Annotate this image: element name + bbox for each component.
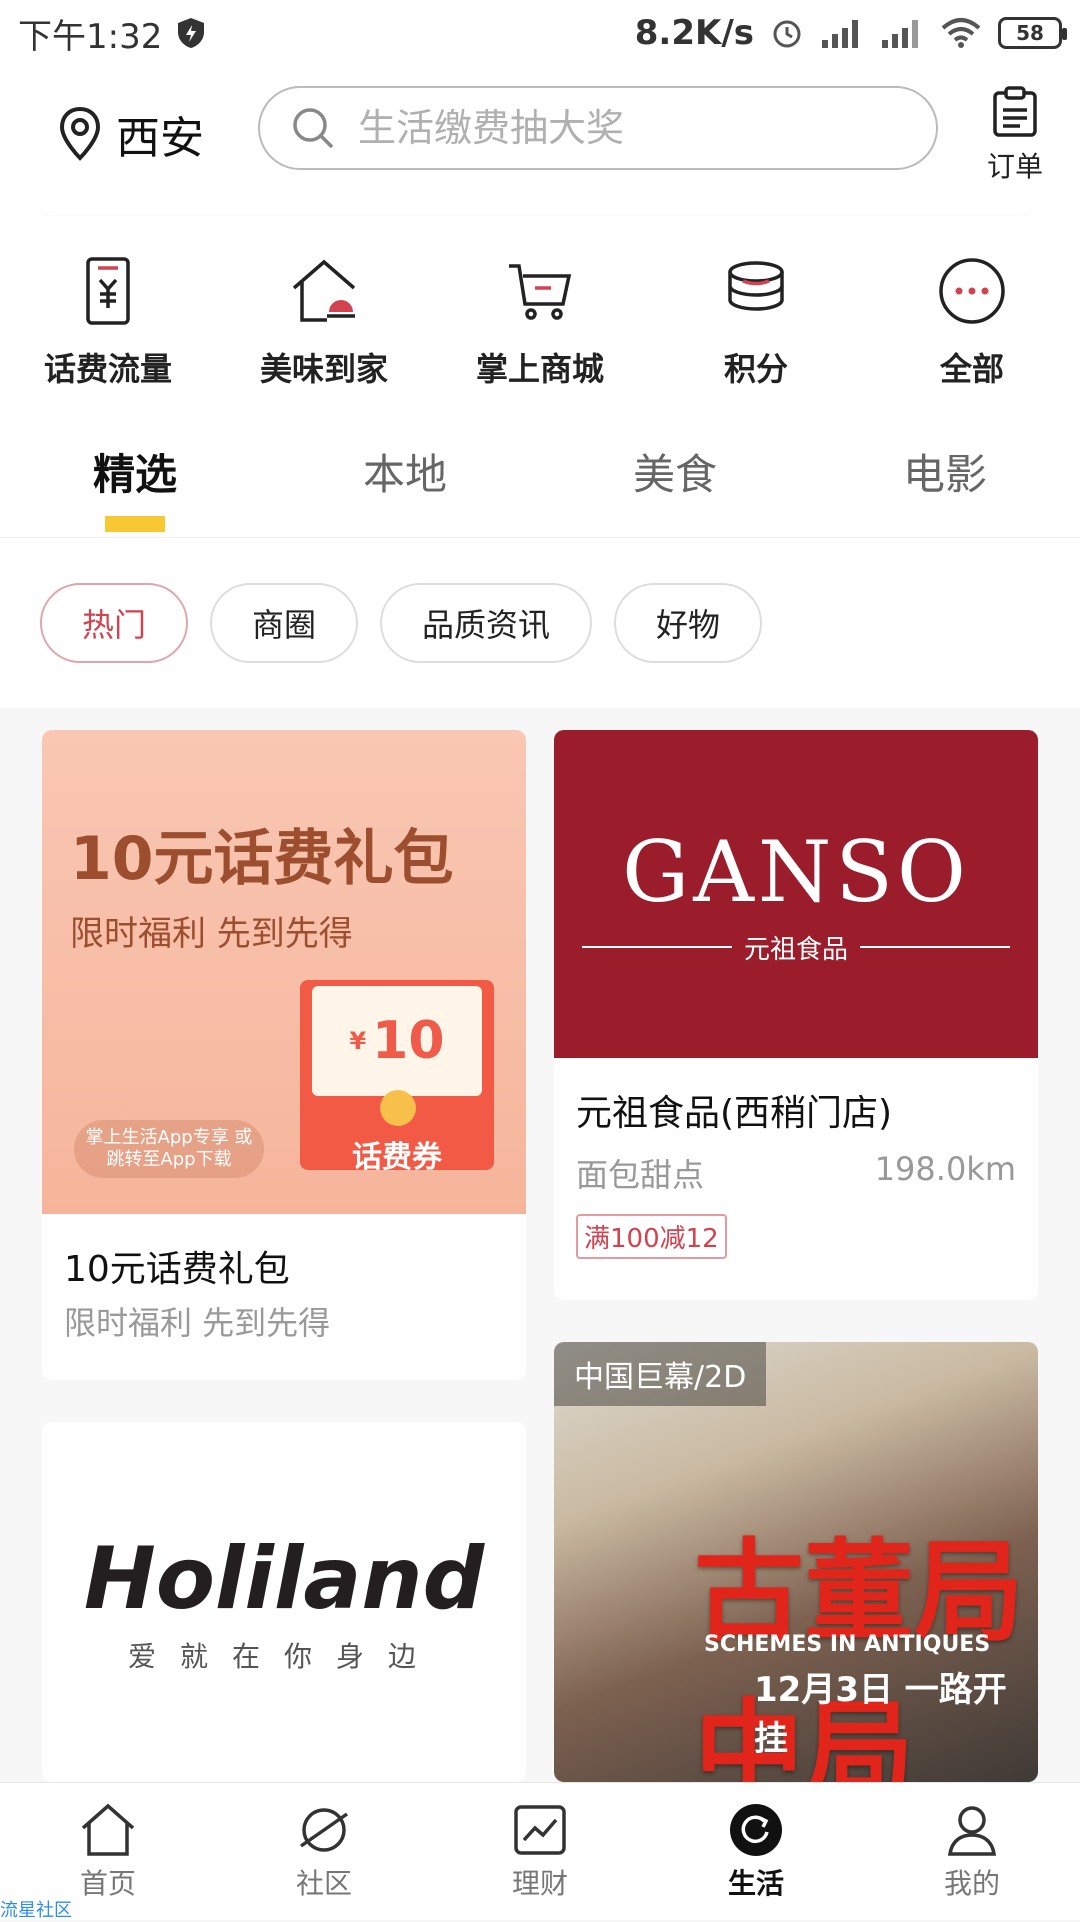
ganso-logo-cn: 元祖食品: [743, 934, 848, 965]
quick-label-points: 积分: [723, 350, 788, 388]
quick-item-points[interactable]: 积分: [666, 256, 846, 416]
signal-icon: [822, 20, 858, 48]
chip-hot[interactable]: 热门: [40, 583, 189, 663]
status-time: 下午1:32: [18, 16, 163, 57]
movie-format-chip: 中国巨幕/2D: [554, 1342, 767, 1406]
voucher-label: 话费券: [352, 1140, 442, 1175]
movie-poster: 中国巨幕/2D 古董局中局 SCHEMES IN ANTIQUES 12月3日 …: [554, 1342, 1038, 1782]
alarm-icon: [773, 20, 801, 48]
chart-icon: [514, 1804, 566, 1855]
user-icon: [947, 1805, 997, 1856]
promo-banner-subtitle: 限时福利 先到先得: [70, 914, 353, 954]
more-dots-icon: [939, 258, 1005, 324]
nav-home[interactable]: 首页: [18, 1802, 198, 1902]
quick-label-home-dining: 美味到家: [259, 350, 388, 388]
tab-featured[interactable]: 精选: [93, 441, 177, 532]
search-input[interactable]: [356, 105, 896, 151]
quick-item-home-dining[interactable]: 美味到家: [234, 256, 414, 416]
search-bar[interactable]: [258, 86, 938, 170]
nav-community-label: 社区: [295, 1866, 352, 1900]
search-icon: [293, 108, 334, 149]
shield-icon: [178, 18, 205, 48]
holiland-card[interactable]: Holiland 爱就在你身边: [42, 1422, 526, 1782]
clipboard-icon: [993, 86, 1037, 137]
discount-tag: 满100减12: [576, 1214, 727, 1259]
tab-food[interactable]: 美食: [633, 441, 717, 512]
nav-profile[interactable]: 我的: [882, 1802, 1062, 1902]
signal-icon-2: [882, 20, 918, 48]
filter-chips: 热门 商圈 品质资讯 好物: [0, 538, 1080, 708]
header-shadow: [42, 205, 1028, 215]
ganso-banner: GANSO 元祖食品: [554, 730, 1038, 1058]
ganso-title: 元祖食品(西稍门店): [576, 1093, 893, 1134]
ganso-logo-cn-row: 元祖食品: [581, 929, 1010, 966]
nav-community[interactable]: 社区: [234, 1802, 414, 1902]
quick-item-phone-bill[interactable]: 话费流量: [18, 256, 198, 416]
category-tabs: 精选 本地 美食 电影: [0, 416, 1080, 538]
location-pin-icon: [59, 106, 101, 161]
bottom-nav: 首页 社区 理财 生活 我的: [0, 1782, 1080, 1920]
nav-home-label: 首页: [79, 1866, 136, 1900]
nav-finance-label: 理财: [511, 1866, 568, 1900]
orders-button[interactable]: 订单: [980, 86, 1050, 185]
promo-banner: 10元话费礼包 限时福利 先到先得 掌上生活App专享 或跳转至App下载 ¥ …: [42, 730, 526, 1214]
promo-title: 10元话费礼包: [64, 1249, 290, 1290]
movie-title-en: SCHEMES IN ANTIQUES: [704, 1632, 991, 1657]
movie-release: 12月3日 一路开挂: [754, 1670, 1007, 1759]
chip-business-district[interactable]: 商圈: [210, 583, 359, 663]
quick-label-phone-bill: 话费流量: [43, 350, 172, 388]
quick-menu: 话费流量 美味到家 掌上商城 积分 全部: [0, 216, 1080, 416]
chip-quality-news[interactable]: 品质资讯: [380, 583, 593, 663]
tab-local[interactable]: 本地: [363, 441, 447, 512]
coins-icon: [728, 261, 784, 311]
ganso-distance: 198.0km: [874, 1150, 1016, 1188]
location-selector[interactable]: 西安: [58, 102, 204, 166]
network-speed: 8.2K/s: [634, 13, 754, 53]
holiland-slogan: 爱就在你身边: [127, 1640, 440, 1673]
wifi-icon: [941, 18, 981, 48]
ganso-category: 面包甜点: [576, 1156, 705, 1194]
nav-life-label: 生活: [727, 1866, 784, 1900]
tab-movies[interactable]: 电影: [903, 441, 987, 512]
promo-banner-title: 10元话费礼包: [70, 824, 454, 894]
overlay-label: 流星社区: [0, 1900, 72, 1921]
planet-icon: [300, 1807, 348, 1852]
promo-subtitle: 限时福利 先到先得: [64, 1304, 331, 1342]
voucher-paper: ¥ 10: [312, 986, 482, 1096]
quick-item-mall[interactable]: 掌上商城: [450, 256, 630, 416]
battery-icon: 58: [998, 17, 1067, 49]
movie-card[interactable]: 中国巨幕/2D 古董局中局 SCHEMES IN ANTIQUES 12月3日 …: [554, 1342, 1038, 1782]
holiland-banner: Holiland 爱就在你身边: [42, 1422, 526, 1782]
promo-card[interactable]: 10元话费礼包 限时福利 先到先得 掌上生活App专享 或跳转至App下载 ¥ …: [42, 730, 526, 1380]
home-icon: [81, 1803, 135, 1856]
quick-item-all[interactable]: 全部: [882, 256, 1062, 416]
nav-profile-label: 我的: [943, 1866, 1000, 1900]
home-dining-icon: [292, 259, 356, 322]
promo-badge: 掌上生活App专享 或跳转至App下载: [74, 1120, 264, 1178]
orders-label: 订单: [986, 150, 1043, 183]
battery-level: 58: [1016, 21, 1044, 45]
chevron-up-icon: [380, 1090, 416, 1126]
divider: [581, 946, 732, 948]
ganso-card[interactable]: GANSO 元祖食品 元祖食品(西稍门店) 面包甜点 198.0km 满100减…: [554, 730, 1038, 1300]
chip-good-items[interactable]: 好物: [614, 583, 763, 663]
phone-bill-icon: [86, 257, 130, 325]
ganso-logo: GANSO: [622, 822, 970, 921]
voucher-value: 10: [372, 1011, 445, 1071]
divider: [860, 946, 1010, 948]
shopping-cart-icon: [509, 264, 572, 320]
life-icon: [730, 1803, 782, 1856]
nav-life[interactable]: 生活: [666, 1802, 846, 1902]
holiland-logo: Holiland: [83, 1529, 485, 1629]
nav-finance[interactable]: 理财: [450, 1802, 630, 1902]
status-bar: 下午1:32 8.2K/s 58: [0, 0, 1080, 66]
location-label: 西安: [116, 113, 204, 164]
voucher-currency: ¥: [349, 1027, 367, 1055]
quick-label-all: 全部: [939, 350, 1004, 388]
ganso-meta: 面包甜点 198.0km: [554, 1142, 1038, 1204]
quick-label-mall: 掌上商城: [475, 350, 604, 388]
